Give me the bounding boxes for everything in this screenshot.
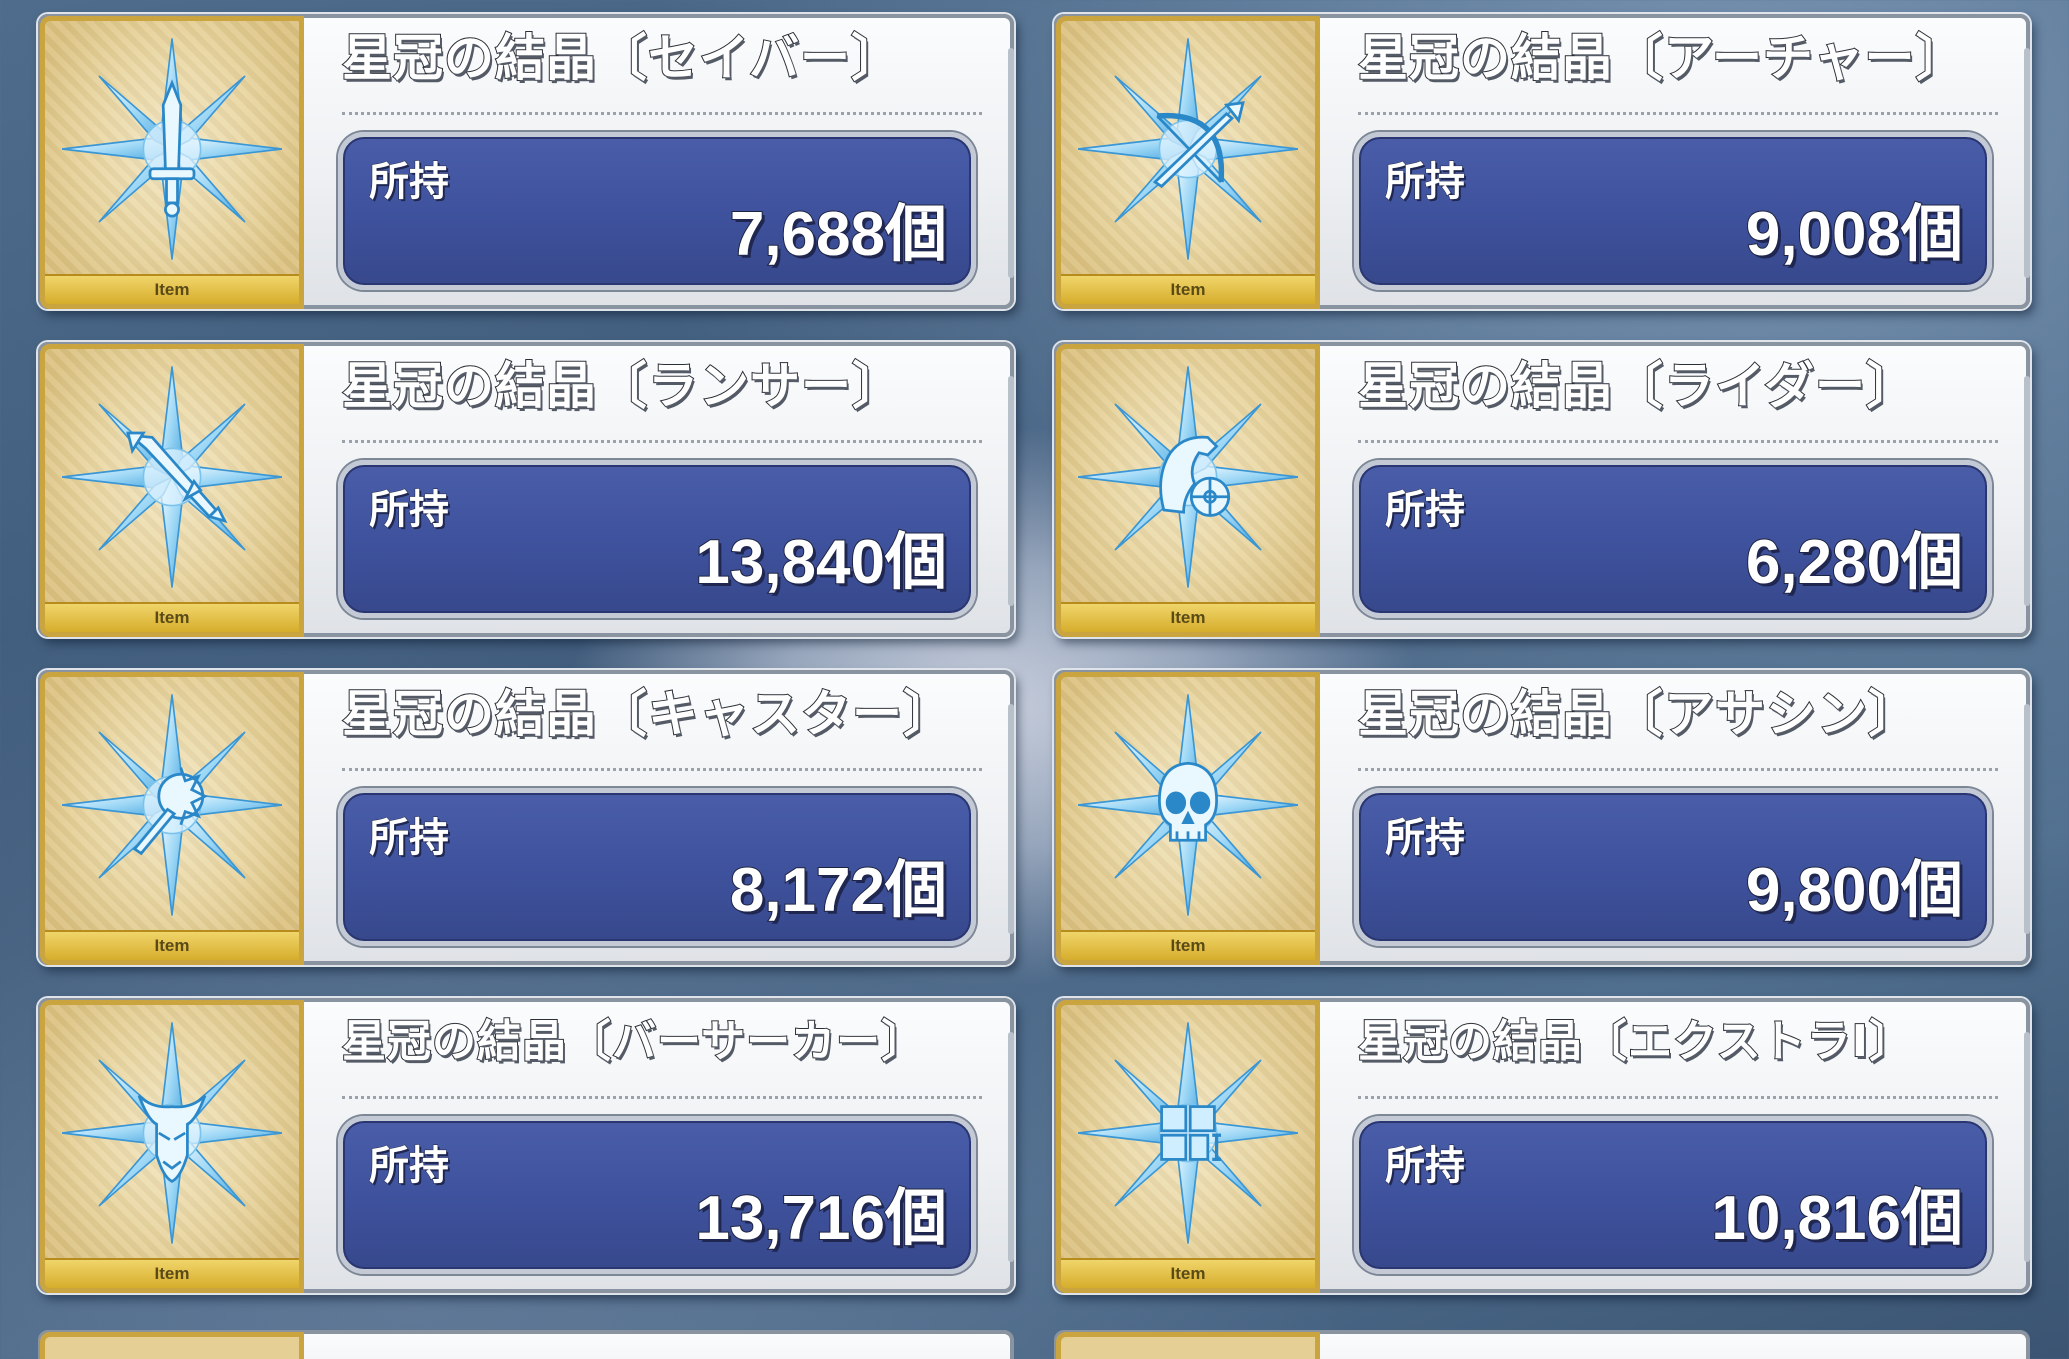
item-title: 星冠の結晶〔ライダー〕 xyxy=(1357,356,1917,416)
owned-count-panel: 所持 6,280個 xyxy=(1354,460,1992,618)
item-list: Item 星冠の結晶〔セイバー〕 所持 7,688個 Item 星冠の結晶〔アー… xyxy=(38,14,2038,1293)
owned-label: 所持 xyxy=(369,159,450,206)
divider xyxy=(1358,1096,1998,1099)
owned-label: 所持 xyxy=(1385,487,1466,534)
divider xyxy=(1358,768,1998,771)
item-card-caster[interactable]: Item 星冠の結晶〔キャスター〕 所持 8,172個 xyxy=(38,670,1014,965)
skull-crystal-icon xyxy=(1078,694,1298,916)
item-icon-frame xyxy=(40,1332,304,1359)
item-icon-frame: Item xyxy=(1056,344,1320,637)
owned-count: 7,688個 xyxy=(729,199,948,270)
owned-count-panel: 所持 10,816個 xyxy=(1354,1116,1992,1274)
item-title: 星冠の結晶〔ランサー〕 xyxy=(341,356,903,416)
item-card-berserker[interactable]: Item 星冠の結晶〔バーサーカー〕 所持 13,716個 xyxy=(38,998,1014,1293)
owned-count: 9,800個 xyxy=(1745,855,1964,926)
staff-crystal-icon xyxy=(62,694,282,916)
item-tag: Item xyxy=(1061,1258,1315,1288)
item-icon-frame: Item xyxy=(40,672,304,965)
item-icon-frame: Item xyxy=(1056,1000,1320,1293)
owned-count: 10,816個 xyxy=(1710,1183,1964,1254)
divider xyxy=(342,440,982,443)
divider xyxy=(1358,440,1998,443)
item-title: 星冠の結晶〔アサシン〕 xyxy=(1357,684,1919,744)
item-title: 星冠の結晶〔エクストラⅠ〕 xyxy=(1357,1015,1915,1068)
item-icon-frame: Item xyxy=(40,1000,304,1293)
owned-label: 所持 xyxy=(1385,1143,1466,1190)
item-tag: Item xyxy=(1061,602,1315,632)
item-card-partial-left[interactable] xyxy=(38,1330,1014,1359)
owned-count-panel: 所持 13,840個 xyxy=(338,460,976,618)
item-tag: Item xyxy=(45,1258,299,1288)
horned-mask-crystal-icon xyxy=(62,1022,282,1244)
item-tag: Item xyxy=(45,274,299,304)
bow-crystal-icon xyxy=(1078,38,1298,260)
item-title: 星冠の結晶〔バーサーカー〕 xyxy=(341,1015,927,1068)
lance-crystal-icon xyxy=(62,366,282,588)
window-crystal-icon xyxy=(1078,1022,1298,1244)
item-tag: Item xyxy=(45,602,299,632)
owned-label: 所持 xyxy=(1385,815,1466,862)
sword-crystal-icon xyxy=(62,38,282,260)
item-card-archer[interactable]: Item 星冠の結晶〔アーチャー〕 所持 9,008個 xyxy=(1054,14,2030,309)
item-card-saber[interactable]: Item 星冠の結晶〔セイバー〕 所持 7,688個 xyxy=(38,14,1014,309)
owned-count-panel: 所持 13,716個 xyxy=(338,1116,976,1274)
item-icon-frame: Item xyxy=(40,344,304,637)
item-card-partial-right[interactable] xyxy=(1054,1330,2030,1359)
owned-label: 所持 xyxy=(369,815,450,862)
owned-count: 8,172個 xyxy=(729,855,948,926)
item-tag: Item xyxy=(45,930,299,960)
owned-count: 9,008個 xyxy=(1745,199,1964,270)
item-icon-frame: Item xyxy=(1056,16,1320,309)
item-tag: Item xyxy=(1061,930,1315,960)
item-icon-frame: Item xyxy=(1056,672,1320,965)
owned-count-panel: 所持 8,172個 xyxy=(338,788,976,946)
item-icon-frame: Item xyxy=(40,16,304,309)
owned-count: 13,716個 xyxy=(694,1183,948,1254)
item-title: 星冠の結晶〔キャスター〕 xyxy=(341,684,954,744)
horse-crystal-icon xyxy=(1078,366,1298,588)
item-card-assassin[interactable]: Item 星冠の結晶〔アサシン〕 所持 9,800個 xyxy=(1054,670,2030,965)
divider xyxy=(342,768,982,771)
item-title: 星冠の結晶〔セイバー〕 xyxy=(341,28,902,88)
owned-label: 所持 xyxy=(369,487,450,534)
item-card-lancer[interactable]: Item 星冠の結晶〔ランサー〕 所持 13,840個 xyxy=(38,342,1014,637)
divider xyxy=(342,112,982,115)
owned-label: 所持 xyxy=(369,1143,450,1190)
owned-count-panel: 所持 9,800個 xyxy=(1354,788,1992,946)
owned-count-panel: 所持 9,008個 xyxy=(1354,132,1992,290)
item-card-rider[interactable]: Item 星冠の結晶〔ライダー〕 所持 6,280個 xyxy=(1054,342,2030,637)
owned-label: 所持 xyxy=(1385,159,1466,206)
item-card-extra-1[interactable]: Item 星冠の結晶〔エクストラⅠ〕 所持 10,816個 xyxy=(1054,998,2030,1293)
divider xyxy=(1358,112,1998,115)
owned-count: 13,840個 xyxy=(694,527,948,598)
item-icon-frame xyxy=(1056,1332,1320,1359)
owned-count: 6,280個 xyxy=(1745,527,1964,598)
item-tag: Item xyxy=(1061,274,1315,304)
owned-count-panel: 所持 7,688個 xyxy=(338,132,976,290)
divider xyxy=(342,1096,982,1099)
item-title: 星冠の結晶〔アーチャー〕 xyxy=(1357,28,1967,88)
